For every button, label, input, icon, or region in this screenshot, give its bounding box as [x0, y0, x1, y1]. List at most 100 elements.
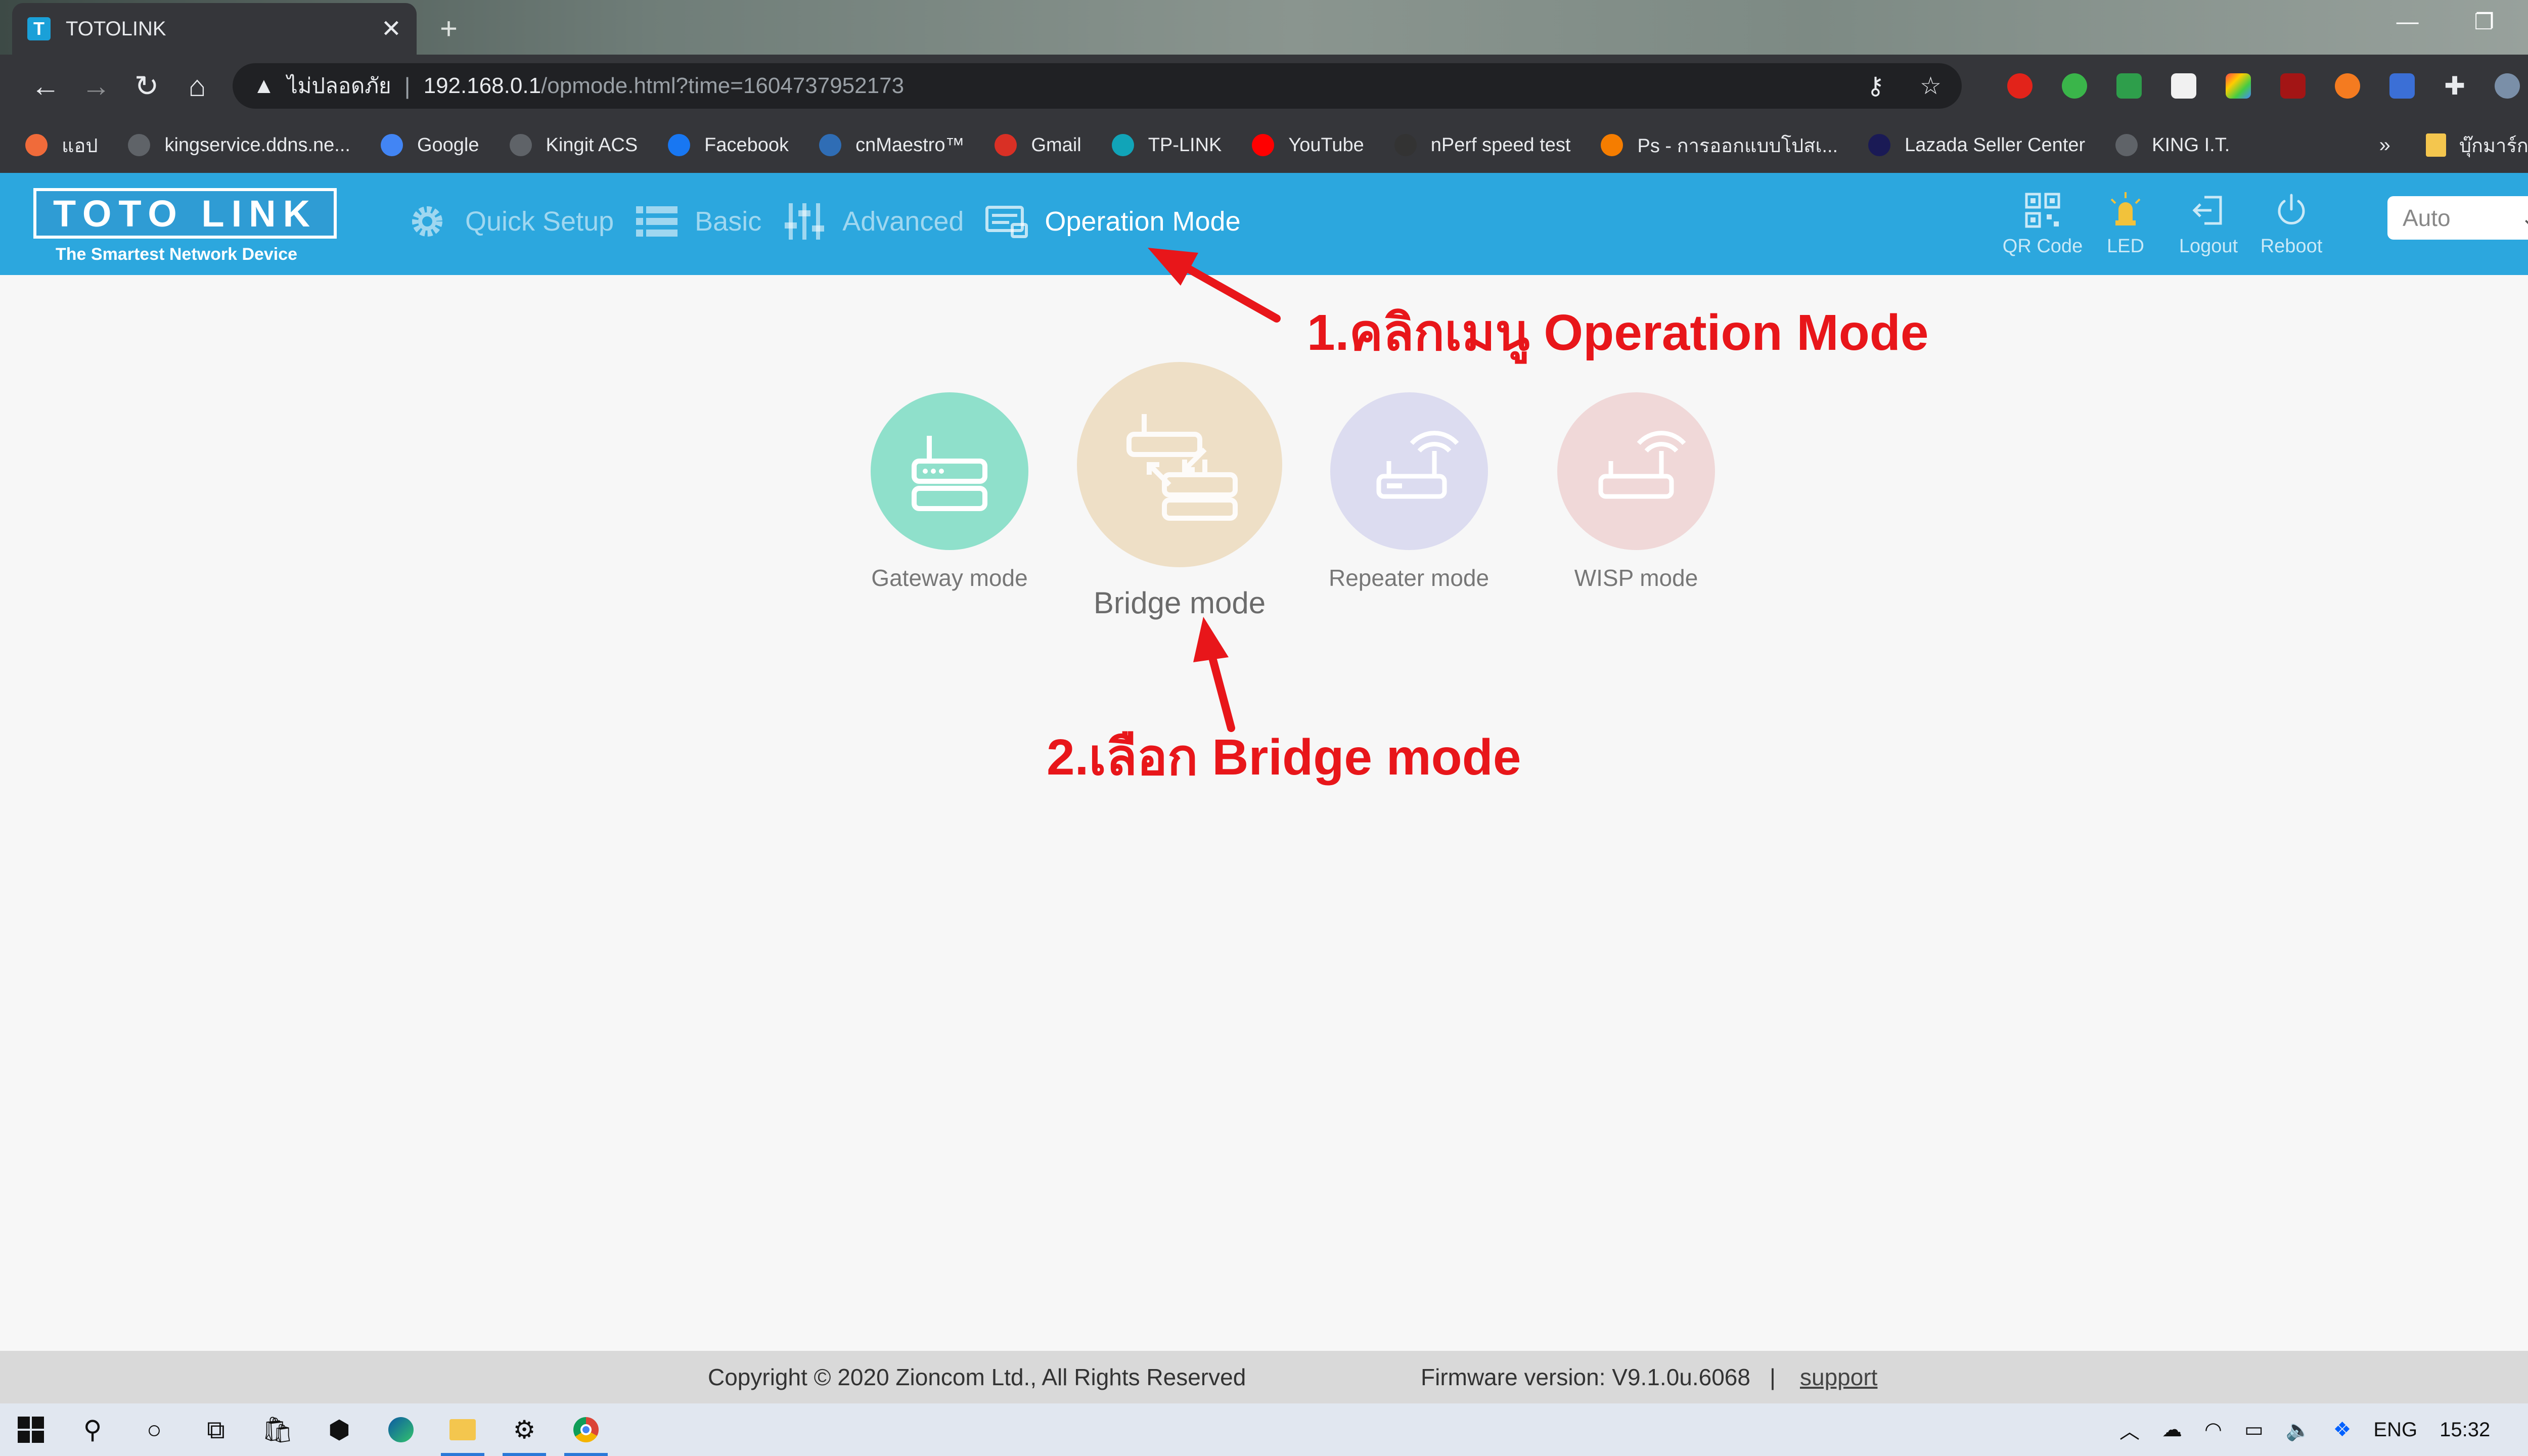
other-bookmarks-folder[interactable]: บุ๊กมาร์กอื่นๆ: [2425, 130, 2528, 161]
clock[interactable]: 15:32: [2440, 1419, 2490, 1441]
nav-label-advanced: Advanced: [842, 206, 964, 237]
repeater-mode-circle[interactable]: [1330, 392, 1488, 550]
volume-icon[interactable]: 🔈: [2286, 1418, 2311, 1442]
chevron-up-icon[interactable]: ︿: [2119, 1415, 2140, 1444]
bridge-mode-option[interactable]: Bridge mode: [1077, 362, 1282, 620]
bookmark-item[interactable]: แอป: [25, 130, 98, 161]
tab-close-icon[interactable]: ✕: [381, 15, 401, 43]
logout-icon: [2192, 196, 2222, 225]
bookmark-item[interactable]: Ps - การออกแบบโปสเ...: [1601, 130, 1838, 161]
search-icon[interactable]: ⚲: [62, 1403, 123, 1456]
qr-code-button[interactable]: QR Code: [2003, 191, 2083, 257]
color-extension-icon[interactable]: [2226, 73, 2251, 99]
warning-icon[interactable]: ▲: [253, 73, 275, 99]
onedrive-icon[interactable]: ☁: [2162, 1418, 2182, 1441]
bookmark-item[interactable]: Google: [380, 134, 479, 156]
task-view-icon[interactable]: ⧉: [185, 1403, 247, 1456]
wifi-icon[interactable]: ◠: [2204, 1418, 2222, 1441]
main-nav: Quick Setup Basic Advanced Operation Mod…: [404, 202, 1261, 241]
repeater-router-icon: [1376, 431, 1459, 499]
nperf-icon: [1394, 134, 1417, 156]
bookmark-star-icon[interactable]: ☆: [1920, 72, 1942, 100]
download-extension-icon[interactable]: [2389, 73, 2415, 99]
reload-icon[interactable]: ↻: [121, 69, 172, 103]
back-icon[interactable]: ←: [20, 69, 71, 103]
chrome-icon[interactable]: [555, 1403, 617, 1456]
pdf-extension-icon[interactable]: [2280, 73, 2306, 99]
wisp-mode-circle[interactable]: [1557, 392, 1715, 550]
puzzle-extensions-icon[interactable]: ✚: [2444, 71, 2465, 101]
system-tray: ︿ ☁ ◠ ▭ 🔈 ❖ ENG 15:32 🗨: [2119, 1415, 2528, 1444]
bridge-mode-circle[interactable]: [1077, 362, 1282, 567]
settings-gear-icon[interactable]: ⚙: [493, 1403, 555, 1456]
adblock-extension-icon[interactable]: [2007, 73, 2033, 99]
wisp-mode-option[interactable]: WISP mode: [1557, 392, 1715, 592]
minimize-icon[interactable]: —: [2397, 9, 2419, 35]
tplink-icon: [1111, 134, 1134, 156]
new-tab-button[interactable]: +: [440, 11, 458, 46]
more-bookmarks-button[interactable]: »: [2379, 134, 2390, 157]
nav-basic[interactable]: Basic: [634, 202, 761, 241]
support-link[interactable]: support: [1800, 1363, 1877, 1391]
app-cube-icon[interactable]: ⬢: [308, 1403, 370, 1456]
lazada-icon: [1868, 134, 1891, 156]
bookmark-item[interactable]: cnMaestro™: [819, 134, 964, 156]
fonts-extension-icon[interactable]: [2171, 73, 2197, 99]
windows-start-icon[interactable]: [0, 1403, 62, 1456]
green-extension-icon[interactable]: [2062, 73, 2088, 99]
key-icon[interactable]: ⚷: [1867, 72, 1884, 100]
file-explorer-icon[interactable]: [432, 1403, 493, 1456]
bookmark-label: Google: [417, 134, 479, 156]
store-icon[interactable]: 🛍: [247, 1403, 308, 1456]
bookmark-item[interactable]: nPerf speed test: [1394, 134, 1570, 156]
bookmark-label: แอป: [62, 135, 98, 157]
reboot-button[interactable]: Reboot: [2261, 191, 2322, 257]
browser-tab[interactable]: T TOTOLINK ✕: [12, 3, 417, 55]
bookmark-label: Ps - การออกแบบโปสเ...: [1637, 135, 1838, 157]
bookmark-item[interactable]: YouTube: [1252, 134, 1364, 156]
browser-toolbar: ← → ↻ ⌂ ▲ ไม่ปลอดภัย | 192.168.0.1/opmod…: [0, 55, 2528, 117]
bookmark-item[interactable]: Lazada Seller Center: [1868, 134, 2085, 156]
gateway-mode-option[interactable]: Gateway mode: [871, 392, 1028, 592]
repeater-mode-label[interactable]: Repeater mode: [1329, 564, 1489, 592]
nav-advanced[interactable]: Advanced: [782, 202, 964, 241]
url-path[interactable]: /opmode.html?time=1604737952173: [541, 73, 904, 99]
profile-avatar[interactable]: [2494, 73, 2520, 99]
nav-label-quick-setup: Quick Setup: [465, 206, 614, 237]
gateway-mode-circle[interactable]: [871, 392, 1028, 550]
led-button[interactable]: LED: [2095, 191, 2156, 257]
repeater-mode-option[interactable]: Repeater mode: [1329, 392, 1489, 592]
cors-extension-icon[interactable]: [2116, 73, 2142, 99]
logout-button[interactable]: Logout: [2178, 191, 2239, 257]
insecure-label[interactable]: ไม่ปลอดภัย: [287, 69, 391, 103]
nav-quick-setup[interactable]: Quick Setup: [404, 202, 614, 241]
bridge-mode-label[interactable]: Bridge mode: [1094, 585, 1266, 620]
dropbox-icon[interactable]: ❖: [2333, 1418, 2352, 1441]
bookmark-label: kingservice.ddns.ne...: [164, 134, 350, 156]
bookmark-item[interactable]: Kingit ACS: [509, 134, 638, 156]
language-indicator[interactable]: ENG: [2373, 1419, 2417, 1441]
router-header: TOTO LINK The Smartest Network Device Qu…: [0, 173, 2528, 275]
address-bar[interactable]: ▲ ไม่ปลอดภัย | 192.168.0.1/opmode.html?t…: [233, 63, 1962, 109]
bookmark-item[interactable]: Facebook: [668, 134, 789, 156]
battery-icon[interactable]: ▭: [2244, 1418, 2264, 1441]
maximize-icon[interactable]: ❐: [2474, 9, 2494, 35]
bookmark-label: YouTube: [1288, 134, 1364, 156]
bookmark-item[interactable]: KING I.T.: [2115, 134, 2230, 156]
bookmark-item[interactable]: TP-LINK: [1111, 134, 1222, 156]
wisp-mode-label[interactable]: WISP mode: [1574, 564, 1698, 592]
cortana-icon[interactable]: ○: [123, 1403, 185, 1456]
home-icon[interactable]: ⌂: [172, 69, 222, 103]
bookmark-item[interactable]: kingservice.ddns.ne...: [128, 134, 350, 156]
language-select[interactable]: Auto ⌄: [2387, 196, 2528, 240]
totolink-logo[interactable]: TOTO LINK The Smartest Network Device: [33, 188, 337, 264]
bridge-routers-icon: [1126, 414, 1238, 521]
url-host[interactable]: 192.168.0.1: [424, 73, 541, 99]
orange-extension-icon[interactable]: [2335, 73, 2361, 99]
edge-icon[interactable]: [370, 1403, 432, 1456]
bookmark-item[interactable]: Gmail: [995, 134, 1081, 156]
gateway-mode-label[interactable]: Gateway mode: [871, 564, 1027, 592]
nav-operation-mode[interactable]: Operation Mode: [984, 202, 1241, 241]
forward-icon[interactable]: →: [71, 69, 121, 103]
browser-title-bar: T TOTOLINK ✕ + — ❐ ✕: [0, 0, 2528, 55]
